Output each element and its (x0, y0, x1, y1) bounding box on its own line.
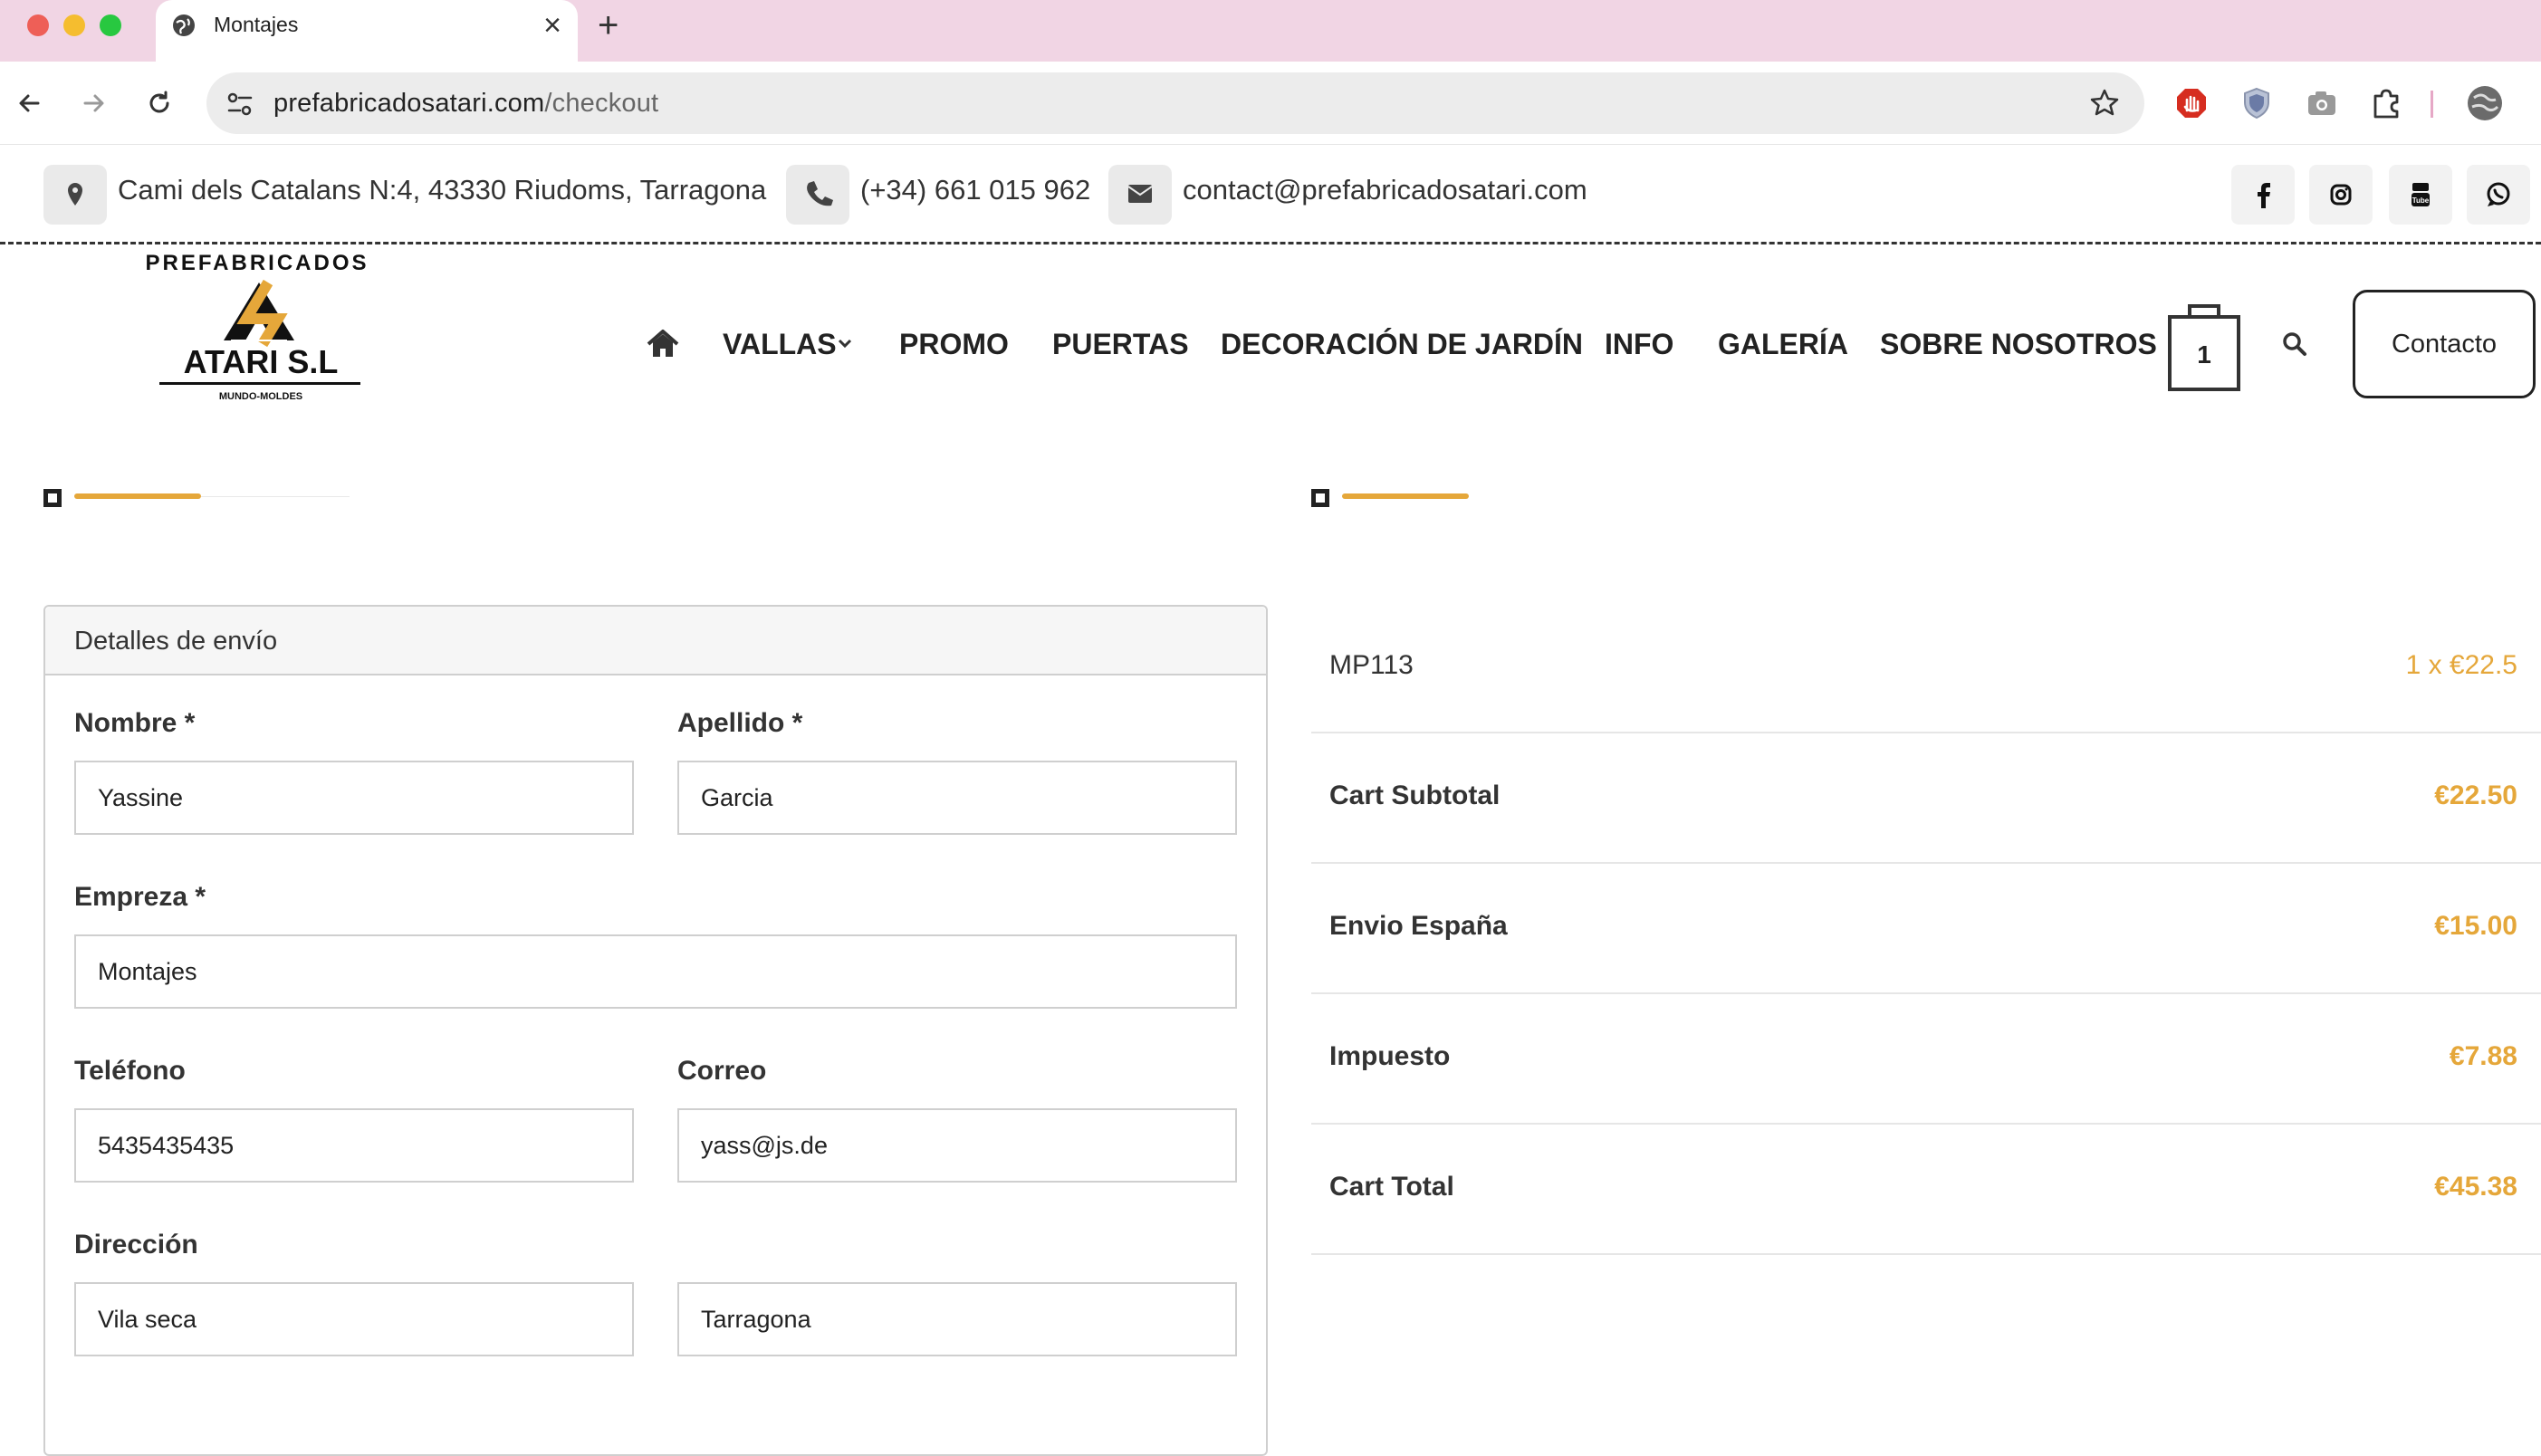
url-text: prefabricadosatari.com/checkout (273, 89, 658, 119)
empresa-input[interactable] (74, 934, 1237, 1009)
section-marker (1311, 489, 1329, 507)
back-arrow-icon[interactable] (11, 85, 47, 121)
logo-sub: MUNDO-MOLDES (219, 391, 302, 402)
telefono-input[interactable] (74, 1108, 634, 1183)
envelope-icon (1108, 165, 1172, 225)
section-marker (43, 489, 62, 507)
contact-info-bar: Cami dels Catalans N:4, 43330 Riudoms, T… (0, 145, 2541, 244)
summary-label: Impuesto (1329, 1041, 1451, 1071)
summary-row-total: Cart Total €45.38 (1311, 1125, 2541, 1255)
direccion-input[interactable] (74, 1282, 634, 1356)
browser-tab-strip: Montajes × + (0, 0, 2541, 62)
logo-top-text: PREFABRICADOS (145, 251, 369, 275)
summary-value: 1 x €22.5 (2405, 650, 2517, 680)
cart-button[interactable]: 1 (2168, 299, 2240, 391)
telefono-label: Teléfono (74, 1056, 186, 1086)
logo-name: ATARI S.L (184, 343, 339, 380)
site-logo[interactable]: PREFABRICADOS ATARI S.L MUNDO-MOLDES (145, 246, 377, 455)
browser-tab[interactable]: Montajes × (156, 0, 578, 62)
puzzle-extensions-icon[interactable] (2367, 83, 2407, 123)
summary-row-item: MP113 1 x €22.5 (1311, 603, 2541, 733)
globe-icon (173, 14, 195, 36)
maximize-window-button[interactable] (100, 14, 121, 36)
summary-row-subtotal: Cart Subtotal €22.50 (1311, 733, 2541, 864)
youtube-icon[interactable]: Tube (2389, 165, 2452, 225)
summary-label: Cart Subtotal (1329, 781, 1501, 810)
summary-value: €45.38 (2434, 1172, 2517, 1202)
bookmark-star-icon[interactable] (2086, 85, 2123, 121)
location-pin-icon (43, 165, 107, 225)
phone-text[interactable]: (+34) 661 015 962 (860, 174, 1090, 206)
section-line (201, 496, 350, 497)
nombre-label: Nombre * (74, 708, 196, 738)
camera-extension-icon[interactable] (2302, 83, 2342, 123)
correo-label: Correo (677, 1056, 767, 1086)
menu-item-promo[interactable]: PROMO (899, 328, 1009, 361)
menu-item-decoracion[interactable]: DECORACIÓN DE JARDÍN (1221, 328, 1583, 361)
cart-count: 1 (2197, 340, 2211, 369)
forward-arrow-icon[interactable] (76, 85, 112, 121)
shipping-details-card: Detalles de envío Nombre * Apellido * Em… (43, 605, 1268, 1456)
address-bar[interactable]: prefabricadosatari.com/checkout (206, 72, 2144, 134)
summary-value: €15.00 (2434, 911, 2517, 941)
shield-extension-icon[interactable] (2237, 83, 2277, 123)
svg-text:Tube: Tube (2412, 196, 2430, 205)
card-header: Detalles de envío (45, 607, 1266, 675)
email-link[interactable]: contact@prefabricadosatari.com (1183, 174, 1587, 206)
tab-title: Montajes (214, 13, 299, 36)
site-settings-icon[interactable] (225, 89, 255, 120)
card-title: Detalles de envío (74, 627, 278, 656)
ciudad-input[interactable] (677, 1282, 1237, 1356)
whatsapp-icon[interactable] (2467, 165, 2530, 225)
correo-input[interactable] (677, 1108, 1237, 1183)
section-accent-line (74, 493, 201, 499)
summary-label: Envio España (1329, 911, 1508, 941)
tab-close-icon[interactable]: × (543, 7, 561, 43)
close-window-button[interactable] (27, 14, 49, 36)
browser-toolbar: prefabricadosatari.com/checkout (0, 62, 2541, 145)
section-accent-line (1342, 493, 1469, 499)
menu-item-galeria[interactable]: GALERÍA (1718, 328, 1848, 361)
apellido-label: Apellido * (677, 708, 803, 738)
url-domain: prefabricadosatari.com (273, 89, 545, 118)
menu-item-info[interactable]: INFO (1605, 328, 1673, 361)
toolbar-divider (2431, 91, 2433, 118)
empresa-label: Empreza * (74, 882, 206, 912)
phone-icon (786, 165, 849, 225)
nombre-input[interactable] (74, 761, 634, 835)
address-text: Cami dels Catalans N:4, 43330 Riudoms, T… (118, 174, 767, 206)
reload-icon[interactable] (141, 85, 177, 121)
summary-value: €7.88 (2449, 1041, 2517, 1071)
adblock-extension-icon[interactable] (2172, 83, 2211, 123)
url-path: /checkout (544, 89, 659, 118)
profile-avatar-icon[interactable] (2465, 83, 2505, 123)
search-icon[interactable] (2280, 330, 2309, 359)
facebook-icon[interactable] (2231, 165, 2295, 225)
chevron-down-icon (838, 339, 852, 349)
menu-item-puertas[interactable]: PUERTAS (1052, 328, 1189, 361)
summary-row-shipping: Envio España €15.00 (1311, 864, 2541, 994)
apellido-input[interactable] (677, 761, 1237, 835)
instagram-icon[interactable] (2309, 165, 2373, 225)
summary-row-tax: Impuesto €7.88 (1311, 994, 2541, 1125)
minimize-window-button[interactable] (63, 14, 85, 36)
direccion-label: Dirección (74, 1230, 198, 1260)
home-icon[interactable] (645, 326, 681, 362)
new-tab-button[interactable]: + (598, 5, 618, 45)
summary-label: MP113 (1329, 650, 1414, 680)
menu-item-sobre-nosotros[interactable]: SOBRE NOSOTROS (1880, 328, 2157, 361)
summary-value: €22.50 (2434, 781, 2517, 810)
contact-button[interactable]: Contacto (2353, 290, 2536, 398)
menu-item-vallas[interactable]: VALLAS (723, 328, 837, 361)
logo-mark: PREFABRICADOS ATARI S.L MUNDO-MOLDES (145, 251, 369, 402)
summary-label: Cart Total (1329, 1172, 1454, 1202)
